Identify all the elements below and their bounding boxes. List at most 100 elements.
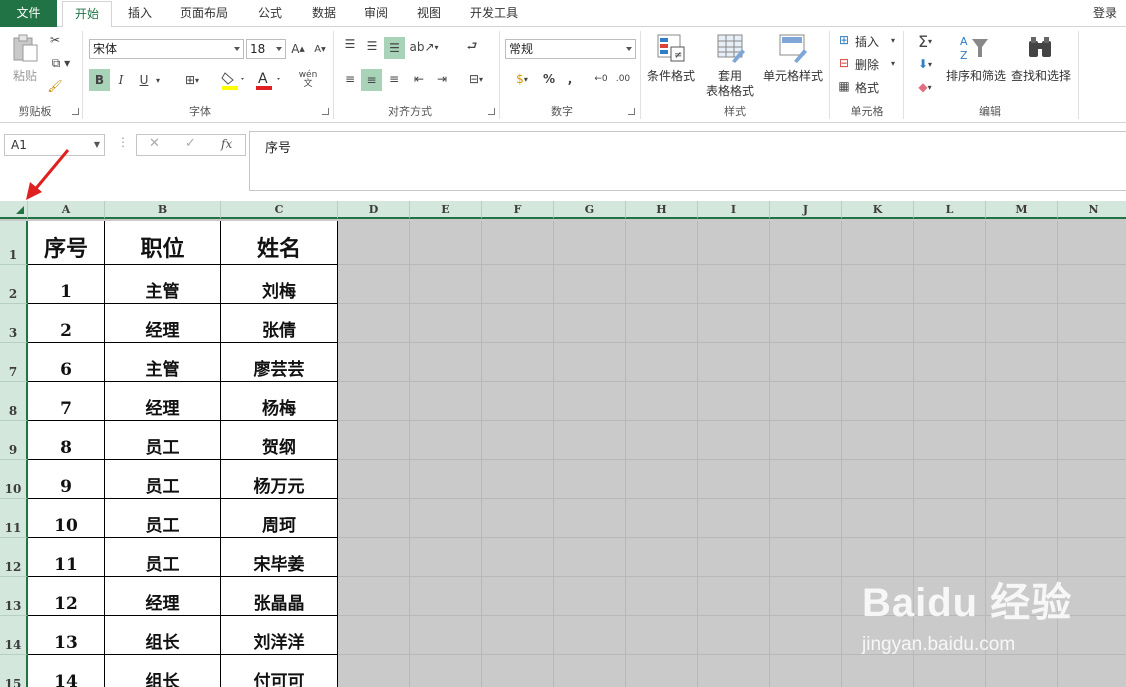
empty-cell[interactable] (410, 499, 482, 538)
empty-cell[interactable] (842, 265, 914, 304)
empty-cell[interactable] (626, 221, 698, 265)
underline-dropdown-icon[interactable]: ▾ (153, 72, 163, 88)
empty-cell[interactable] (698, 421, 770, 460)
empty-cell[interactable] (626, 577, 698, 616)
empty-cell[interactable] (626, 460, 698, 499)
empty-cell[interactable] (482, 421, 554, 460)
cell-c9[interactable]: 贺纲 (221, 421, 338, 460)
cell-b13[interactable]: 经理 (105, 577, 221, 616)
empty-cell[interactable] (338, 382, 410, 421)
empty-cell[interactable] (410, 577, 482, 616)
empty-cell[interactable] (986, 499, 1058, 538)
empty-cell[interactable] (626, 304, 698, 343)
sort-filter-icon[interactable]: AZ (958, 33, 990, 63)
empty-cell[interactable] (410, 221, 482, 265)
increase-indent-icon[interactable]: ⇥ (432, 69, 452, 89)
empty-cell[interactable] (482, 577, 554, 616)
empty-cell[interactable] (1058, 421, 1126, 460)
empty-cell[interactable] (338, 577, 410, 616)
empty-cell[interactable] (842, 382, 914, 421)
tab-insert[interactable]: 插入 (118, 0, 162, 27)
empty-cell[interactable] (482, 499, 554, 538)
copy-icon[interactable]: ⧉ ▾ (46, 54, 76, 72)
empty-cell[interactable] (1058, 499, 1126, 538)
cell-a9[interactable]: 8 (28, 421, 105, 460)
empty-cell[interactable] (554, 382, 626, 421)
row-header-9[interactable]: 9 (0, 421, 28, 460)
empty-cell[interactable] (626, 265, 698, 304)
tab-review[interactable]: 审阅 (354, 0, 398, 27)
cell-c13[interactable]: 张晶晶 (221, 577, 338, 616)
empty-cell[interactable] (554, 343, 626, 382)
row-header-8[interactable]: 8 (0, 382, 28, 421)
cell-c10[interactable]: 杨万元 (221, 460, 338, 499)
empty-cell[interactable] (1058, 304, 1126, 343)
format-cells-label[interactable]: 格式 (855, 79, 879, 96)
login-link[interactable]: 登录 (1093, 0, 1117, 26)
cell-a1[interactable]: 序号 (28, 221, 105, 265)
align-left-icon[interactable]: ≡ (341, 69, 359, 89)
tab-developer[interactable]: 开发工具 (462, 0, 526, 27)
empty-cell[interactable] (410, 382, 482, 421)
column-header-b[interactable]: B (105, 201, 221, 219)
empty-cell[interactable] (626, 655, 698, 687)
align-bottom-icon[interactable]: ☰ (384, 37, 405, 59)
cell-styles-label[interactable]: 单元格样式 (760, 67, 826, 84)
cell-b15[interactable]: 组长 (105, 655, 221, 687)
format-as-table-label-2[interactable]: 表格格式 (699, 82, 761, 99)
empty-cell[interactable] (554, 421, 626, 460)
empty-cell[interactable] (698, 655, 770, 687)
column-header-k[interactable]: K (842, 201, 914, 219)
tab-page-layout[interactable]: 页面布局 (172, 0, 236, 27)
empty-cell[interactable] (986, 460, 1058, 499)
row-header-14[interactable]: 14 (0, 616, 28, 655)
empty-cell[interactable] (410, 304, 482, 343)
empty-cell[interactable] (842, 221, 914, 265)
empty-cell[interactable] (986, 304, 1058, 343)
cell-b10[interactable]: 员工 (105, 460, 221, 499)
delete-cells-icon[interactable]: ⊟ (836, 54, 852, 72)
empty-cell[interactable] (482, 616, 554, 655)
empty-cell[interactable] (554, 538, 626, 577)
font-color-icon[interactable]: A (254, 69, 284, 91)
row-header-7[interactable]: 7 (0, 343, 28, 382)
tab-formulas[interactable]: 公式 (248, 0, 292, 27)
empty-cell[interactable] (986, 421, 1058, 460)
empty-cell[interactable] (914, 304, 986, 343)
cell-b11[interactable]: 员工 (105, 499, 221, 538)
fill-color-icon[interactable] (220, 69, 248, 91)
name-box[interactable]: A1 ▼ (4, 134, 105, 156)
cut-icon[interactable]: ✂ (46, 31, 64, 49)
empty-cell[interactable] (482, 460, 554, 499)
phonetic-icon[interactable]: wén 文 (296, 69, 320, 91)
font-size-select[interactable]: 18 (246, 39, 286, 59)
merge-center-icon[interactable]: ⊟ ▾ (462, 69, 490, 89)
cell-c7[interactable]: 廖芸芸 (221, 343, 338, 382)
empty-cell[interactable] (770, 382, 842, 421)
cell-c15[interactable]: 付可可 (221, 655, 338, 687)
empty-cell[interactable] (698, 577, 770, 616)
cell-c12[interactable]: 宋毕姜 (221, 538, 338, 577)
empty-cell[interactable] (554, 577, 626, 616)
empty-cell[interactable] (626, 421, 698, 460)
sort-filter-label[interactable]: 排序和筛选 (944, 67, 1008, 84)
cell-a15[interactable]: 14 (28, 655, 105, 687)
cell-c11[interactable]: 周珂 (221, 499, 338, 538)
empty-cell[interactable] (698, 265, 770, 304)
empty-cell[interactable] (554, 499, 626, 538)
column-header-a[interactable]: A (28, 201, 105, 219)
cell-c14[interactable]: 刘洋洋 (221, 616, 338, 655)
empty-cell[interactable] (770, 221, 842, 265)
grow-font-icon[interactable]: A ▲ (290, 40, 306, 58)
empty-cell[interactable] (482, 265, 554, 304)
cell-b1[interactable]: 职位 (105, 221, 221, 265)
empty-cell[interactable] (698, 304, 770, 343)
format-cells-icon[interactable]: ▦ (836, 77, 852, 95)
row-header-15[interactable]: 15 (0, 655, 28, 687)
empty-cell[interactable] (842, 343, 914, 382)
empty-cell[interactable] (770, 421, 842, 460)
empty-cell[interactable] (986, 221, 1058, 265)
cell-c8[interactable]: 杨梅 (221, 382, 338, 421)
empty-cell[interactable] (770, 460, 842, 499)
currency-icon[interactable]: $ ▾ (506, 69, 538, 89)
